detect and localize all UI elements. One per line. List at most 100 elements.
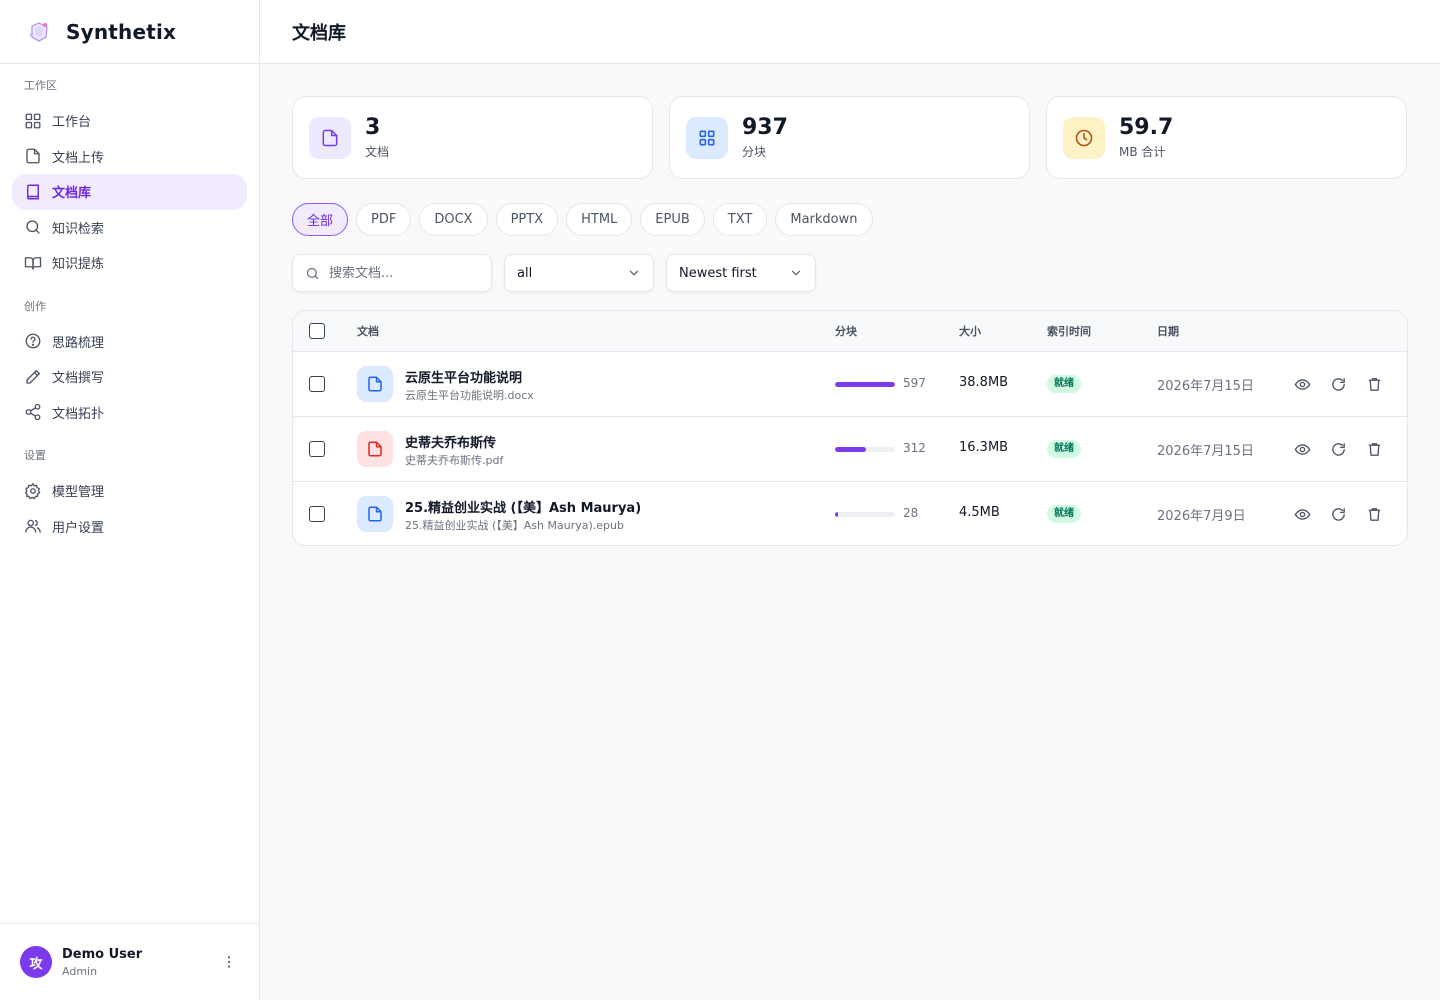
topbar: 文档库: [260, 0, 1440, 64]
file-icon: [368, 376, 382, 392]
sidebar-nav: 工作区 工作台 文档上传 文档库 知识检索 知识提炼 创作 思路梳理 文档撰写: [0, 64, 259, 544]
stat-icon: [309, 116, 351, 159]
status-select[interactable]: all: [504, 254, 654, 292]
nav-section-title: 设置: [24, 449, 46, 462]
sidebar-item-extract[interactable]: 知识提炼: [12, 245, 247, 281]
table-row[interactable]: 史蒂夫乔布斯传 史蒂夫乔布斯传.pdf 312 16.3MB 就绪 2026年7…: [293, 417, 1407, 482]
pencil-icon: [26, 369, 41, 384]
chip-html[interactable]: HTML: [566, 203, 633, 236]
chip-docx[interactable]: DOCX: [419, 203, 488, 236]
sidebar-item-label: 知识提炼: [52, 257, 105, 273]
sidebar-item-label: 文档上传: [52, 150, 105, 166]
sidebar-item-label: 模型管理: [52, 485, 105, 501]
search-input[interactable]: [329, 265, 479, 281]
file-icon: [368, 441, 382, 457]
user-name: Demo User: [62, 946, 143, 962]
stat-card-chunks: 937 分块: [669, 96, 1030, 179]
chunks-count: 28: [903, 506, 919, 520]
stat-label: 分块: [742, 145, 767, 159]
clock-icon: [1075, 129, 1093, 146]
doc-size: 4.5MB: [959, 505, 1000, 520]
sidebar-item-topology[interactable]: 文档拓扑: [12, 395, 247, 431]
stat-icon: [686, 116, 728, 159]
column-header-chunks: 分块: [835, 325, 857, 338]
brand[interactable]: Synthetix: [0, 0, 259, 64]
sidebar-item-models[interactable]: 模型管理: [12, 473, 247, 509]
doc-name[interactable]: 25.精益创业实战 (【美】Ash Maurya): [405, 497, 641, 516]
file-icon: [368, 506, 382, 522]
sidebar-item-library[interactable]: 文档库: [12, 174, 247, 210]
user-profile[interactable]: 攻 Demo User Admin: [0, 923, 259, 1000]
select-all-checkbox[interactable]: [309, 323, 325, 339]
book-icon: [27, 184, 39, 200]
sidebar-item-users[interactable]: 用户设置: [12, 509, 247, 545]
sidebar-item-label: 文档拓扑: [52, 406, 105, 422]
row-checkbox[interactable]: [309, 441, 325, 457]
view-icon[interactable]: [1294, 441, 1311, 458]
chip-pptx[interactable]: PPTX: [495, 203, 559, 236]
sidebar: Synthetix 工作区 工作台 文档上传 文档库 知识检索 知识提炼 创作 …: [0, 0, 260, 1000]
table-row[interactable]: 云原生平台功能说明 云原生平台功能说明.docx 597 38.8MB 就绪 2…: [293, 352, 1407, 417]
sort-select-value: Newest first: [679, 265, 757, 281]
doc-name[interactable]: 云原生平台功能说明: [405, 367, 522, 386]
trash-icon[interactable]: [1366, 441, 1383, 458]
main-content: 文档库 3 文档 937 分块 59.7 MB 合计 全部 PDF DOCX P…: [260, 0, 1440, 1000]
user-role: Admin: [62, 964, 98, 978]
nav-section-title: 工作区: [24, 79, 57, 92]
row-checkbox[interactable]: [309, 506, 325, 522]
refresh-icon[interactable]: [1330, 441, 1347, 458]
doc-size: 38.8MB: [959, 375, 1009, 390]
stat-card-size: 59.7 MB 合计: [1046, 96, 1407, 179]
share-icon: [25, 404, 41, 421]
stat-value: 3: [365, 115, 381, 140]
column-header-size: 大小: [959, 325, 981, 338]
sidebar-item-search[interactable]: 知识检索: [12, 210, 247, 246]
logo-icon: [29, 21, 48, 42]
chunks-bar: [835, 382, 895, 387]
sidebar-item-label: 用户设置: [52, 520, 105, 536]
users-icon: [25, 519, 41, 533]
view-icon[interactable]: [1294, 376, 1311, 393]
doc-name[interactable]: 史蒂夫乔布斯传: [405, 432, 496, 451]
chunks-bar: [835, 447, 895, 452]
sidebar-item-label: 文档库: [52, 186, 92, 202]
column-header-doc: 文档: [357, 325, 379, 338]
status-select-value: all: [517, 265, 533, 281]
status-badge: 就绪: [1047, 440, 1081, 458]
sidebar-item-ideas[interactable]: 思路梳理: [12, 324, 247, 360]
type-filter-chips: 全部 PDF DOCX PPTX HTML EPUB TXT Markdown: [292, 203, 873, 236]
search-box[interactable]: [292, 254, 492, 292]
sort-select[interactable]: Newest first: [666, 254, 816, 292]
nav-section-title: 创作: [24, 299, 46, 313]
refresh-icon[interactable]: [1330, 506, 1347, 523]
chip-txt[interactable]: TXT: [712, 203, 768, 236]
chip-epub[interactable]: EPUB: [640, 203, 705, 236]
trash-icon[interactable]: [1366, 376, 1383, 393]
more-vertical-icon[interactable]: [221, 954, 237, 970]
stat-value: 59.7: [1119, 115, 1174, 140]
row-checkbox[interactable]: [309, 376, 325, 392]
table-row[interactable]: 25.精益创业实战 (【美】Ash Maurya) 25.精益创业实战 (【美】…: [293, 482, 1407, 545]
chunks-bar-fill: [835, 382, 895, 387]
chip-pdf[interactable]: PDF: [356, 203, 412, 236]
chip-all[interactable]: 全部: [292, 203, 349, 236]
chip-markdown[interactable]: Markdown: [775, 203, 873, 236]
status-badge: 就绪: [1047, 505, 1081, 523]
sidebar-item-dashboard[interactable]: 工作台: [12, 103, 247, 139]
view-icon[interactable]: [1294, 506, 1311, 523]
trash-icon[interactable]: [1366, 506, 1383, 523]
stat-card-documents: 3 文档: [292, 96, 653, 179]
chunks-bar-fill: [835, 447, 867, 452]
chunks-bar: [835, 512, 895, 517]
column-header-date: 日期: [1157, 325, 1179, 338]
dashboard-grid-icon: [25, 113, 41, 129]
avatar: 攻: [20, 946, 52, 978]
sidebar-item-upload[interactable]: 文档上传: [12, 139, 247, 175]
chunks-count: 312: [903, 441, 926, 455]
stat-label: 文档: [365, 145, 390, 159]
chevron-down-icon: [791, 270, 801, 276]
sidebar-item-write[interactable]: 文档撰写: [12, 359, 247, 395]
sidebar-item-label: 文档撰写: [52, 371, 105, 387]
gear-icon: [24, 482, 41, 500]
refresh-icon[interactable]: [1330, 376, 1347, 393]
